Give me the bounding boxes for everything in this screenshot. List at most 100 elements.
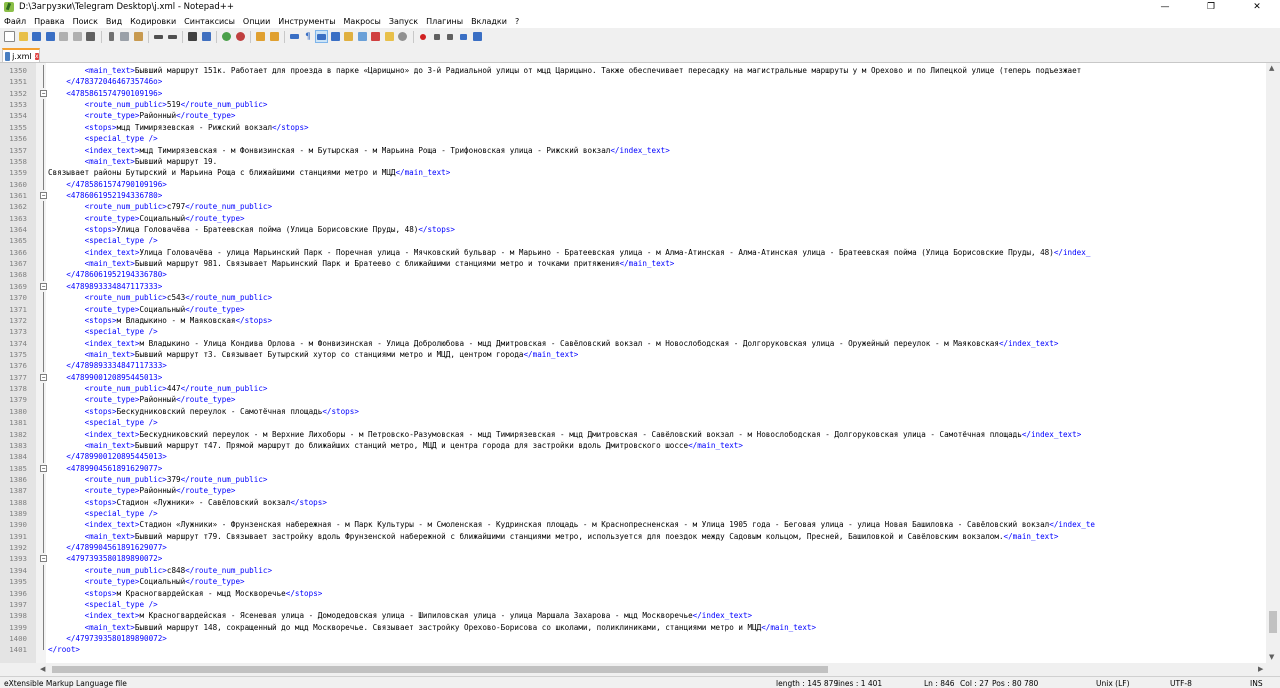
undo-icon[interactable] (152, 30, 165, 43)
vertical-scrollbar[interactable]: ▲ ▼ (1266, 63, 1280, 663)
new-file-icon[interactable] (3, 30, 16, 43)
code-line[interactable]: 1371 <route_type>Социальный</route_type> (0, 303, 1266, 315)
paste-icon[interactable] (132, 30, 145, 43)
editor-area[interactable]: 1350 <main_text>Бывший маршрут 151к. Раб… (0, 63, 1280, 663)
scroll-down-icon[interactable]: ▼ (1269, 653, 1274, 661)
udl-icon[interactable] (329, 30, 342, 43)
code-line[interactable]: 1397 <special_type /> (0, 598, 1266, 611)
code-line[interactable]: 1358 <main_text>Бывший маршрут 19. (0, 155, 1266, 168)
fold-toggle-icon[interactable]: − (40, 464, 47, 472)
code-line[interactable]: 1391 <main_text>Бывший маршрут т79. Связ… (0, 530, 1266, 543)
fold-toggle-icon[interactable]: − (40, 89, 47, 97)
code-line[interactable]: 1384 </4789900120895445013> (0, 451, 1266, 463)
code-line[interactable]: 1354 <route_type>Районный</route_type> (0, 110, 1266, 122)
print-icon[interactable] (84, 30, 97, 43)
code-line[interactable]: 1376 </4789893334847117333> (0, 360, 1266, 372)
code-line[interactable]: 1356 <special_type /> (0, 133, 1266, 145)
doc-list-icon[interactable] (356, 30, 369, 43)
code-line[interactable]: 1365 <special_type /> (0, 235, 1266, 247)
code-line[interactable]: 1399 <main_text>Бывший маршрут 148, сокр… (0, 621, 1266, 633)
code-line[interactable]: 1377 − <4789900120895445013> (0, 372, 1266, 383)
doc-map-icon[interactable] (342, 30, 355, 43)
save-macro-icon[interactable] (471, 30, 484, 43)
menu-language[interactable]: Синтаксисы (180, 17, 239, 26)
code-line[interactable]: 1390 <index_text>Стадион «Лужники» - Фру… (0, 519, 1266, 531)
close-button[interactable]: ✕ (1234, 0, 1280, 14)
copy-icon[interactable] (118, 30, 131, 43)
code-line[interactable]: 1352 − <4785861574790109196> (0, 88, 1266, 99)
code-line[interactable]: 1398 <index_text>м Красногвардейская - Я… (0, 610, 1266, 622)
menu-window[interactable]: Вкладки (467, 17, 511, 26)
code-line[interactable]: 1370 <route_num_public>с543</route_num_p… (0, 292, 1266, 304)
play-macro-icon[interactable] (444, 30, 457, 43)
menu-macro[interactable]: Макросы (340, 17, 385, 26)
status-eol[interactable]: Unix (LF) (1096, 679, 1130, 688)
menu-view[interactable]: Вид (102, 17, 126, 26)
close-all-icon[interactable] (71, 30, 84, 43)
code-line[interactable]: 1389 <special_type /> (0, 508, 1266, 520)
menu-plugins[interactable]: Плагины (422, 17, 467, 26)
code-line[interactable]: 1363 <route_type>Социальный</route_type> (0, 212, 1266, 225)
find-icon[interactable] (186, 30, 199, 43)
zoom-in-icon[interactable] (220, 30, 233, 43)
code-line[interactable]: 1366 <index_text>Улица Головачёва - улиц… (0, 246, 1266, 259)
code-line[interactable]: 1368 </4786061952194336780> (0, 269, 1266, 281)
code-line[interactable]: 1351 </47837204646735746о> (0, 76, 1266, 88)
menu-edit[interactable]: Правка (30, 17, 68, 26)
code-line[interactable]: 1373 <special_type /> (0, 326, 1266, 338)
code-line[interactable]: 1361 − <4786061952194336780> (0, 190, 1266, 201)
fold-toggle-icon[interactable]: − (40, 555, 47, 563)
zoom-out-icon[interactable] (234, 30, 247, 43)
replace-icon[interactable] (200, 30, 213, 43)
redo-icon[interactable] (166, 30, 179, 43)
menu-search[interactable]: Поиск (69, 17, 102, 26)
code-line[interactable]: 1350 <main_text>Бывший маршрут 151к. Раб… (0, 65, 1266, 77)
monitoring-icon[interactable] (396, 30, 409, 43)
code-line[interactable]: 1400 </4797393580189890072> (0, 632, 1266, 645)
sync-horizontal-icon[interactable] (268, 30, 281, 43)
menu-encoding[interactable]: Кодировки (126, 17, 180, 26)
horizontal-scrollbar[interactable]: ◀ ▶ (0, 663, 1280, 676)
code-line[interactable]: 1362 <route_num_public>с797</route_num_p… (0, 201, 1266, 213)
menu-settings[interactable]: Опции (239, 17, 274, 26)
indent-guide-icon[interactable] (315, 30, 328, 43)
sync-vertical-icon[interactable] (254, 30, 267, 43)
code-line[interactable]: 1372 <stops>м Владыкино - м Маяковская</… (0, 314, 1266, 327)
code-line[interactable]: 1364 <stops>Улица Головачёва - Братеевск… (0, 224, 1266, 236)
fold-toggle-icon[interactable]: − (40, 191, 47, 199)
code-line[interactable]: 1381 <special_type /> (0, 417, 1266, 429)
code-line[interactable]: 1360 </4785861574790109196> (0, 178, 1266, 190)
record-macro-icon[interactable] (417, 30, 430, 43)
stop-macro-icon[interactable] (430, 30, 443, 43)
minimize-button[interactable]: — (1142, 0, 1188, 14)
open-file-icon[interactable] (17, 30, 30, 43)
show-all-chars-icon[interactable]: ¶ (302, 30, 315, 43)
run-macro-multiple-icon[interactable] (457, 30, 470, 43)
tab-j-xml[interactable]: j.xml x (2, 48, 40, 62)
scroll-up-icon[interactable]: ▲ (1269, 64, 1274, 72)
code-line[interactable]: 1369 − <4789893334847117333> (0, 281, 1266, 292)
menu-help[interactable]: ? (511, 17, 523, 26)
code-line[interactable]: 1395 <route_type>Социальный</route_type> (0, 576, 1266, 588)
status-encoding[interactable]: UTF-8 (1170, 679, 1192, 688)
fold-toggle-icon[interactable]: − (40, 373, 47, 381)
code-line[interactable]: 1386 <route_num_public>379</route_num_pu… (0, 473, 1266, 486)
fold-toggle-icon[interactable]: − (40, 282, 47, 290)
folder-workspace-icon[interactable] (383, 30, 396, 43)
code-line[interactable]: 1394 <route_num_public>с848</route_num_p… (0, 564, 1266, 577)
code-line[interactable]: 1396 <stops>м Красногвардейская - мцд Мо… (0, 587, 1266, 599)
code-line[interactable]: 1393 − <4797393580189890072> (0, 553, 1266, 564)
code-line[interactable]: 1367 <main_text>Бывший маршрут 981. Связ… (0, 258, 1266, 270)
save-all-icon[interactable] (44, 30, 57, 43)
code-line[interactable]: 1355 <stops>мцд Тимирязевская - Рижский … (0, 121, 1266, 134)
cut-icon[interactable] (105, 30, 118, 43)
code-line[interactable]: 1378 <route_num_public>447</route_num_pu… (0, 383, 1266, 395)
code-line[interactable]: 1387 <route_type>Районный</route_type> (0, 485, 1266, 497)
code-line[interactable]: 1353 <route_num_public>519</route_num_pu… (0, 99, 1266, 111)
menu-run[interactable]: Запуск (385, 17, 422, 26)
status-insert-mode[interactable]: INS (1250, 679, 1263, 688)
close-file-icon[interactable] (57, 30, 70, 43)
code-line[interactable]: 1383 <main_text>Бывший маршрут т47. Прям… (0, 439, 1266, 452)
save-icon[interactable] (30, 30, 43, 43)
code-line[interactable]: 1359 Связывает районы Бутырский и Марьина… (0, 167, 1266, 179)
